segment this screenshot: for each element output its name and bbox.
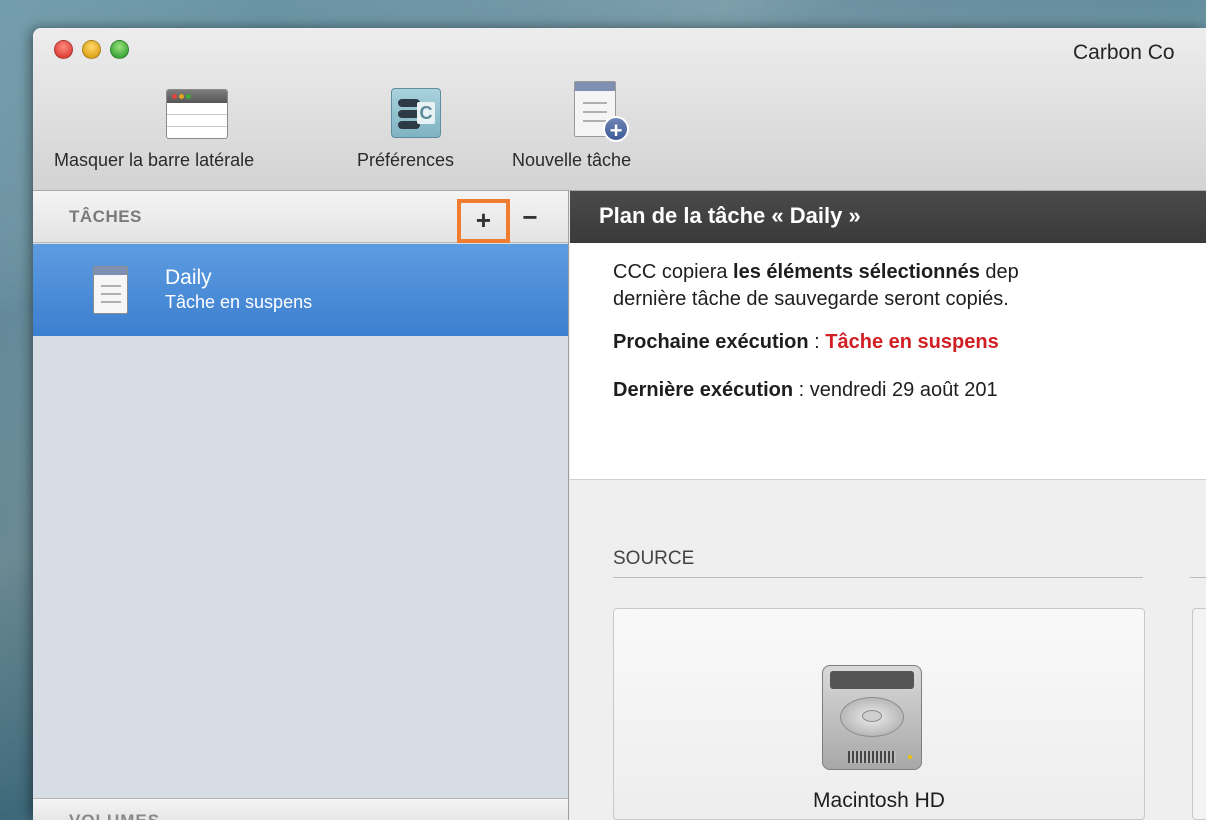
minimize-button[interactable] — [82, 40, 101, 59]
last-run-line: Dernière exécution : vendredi 29 août 20… — [613, 379, 998, 401]
zoom-button[interactable] — [110, 40, 129, 59]
new-task-label: Nouvelle tâche — [512, 150, 632, 170]
window-title: Carbon Co — [1073, 41, 1175, 64]
hard-drive-icon — [822, 665, 922, 780]
task-list-item[interactable]: Daily Tâche en suspens — [33, 244, 568, 336]
task-name: Daily — [165, 266, 212, 289]
add-task-button[interactable]: + — [457, 199, 510, 243]
sidebar: TÂCHES + − Daily Tâche en suspens VOLUME… — [33, 191, 569, 820]
source-section-label: SOURCE — [613, 548, 695, 569]
preferences-label: Préférences — [357, 150, 455, 170]
destination-volume-selector[interactable] — [1192, 608, 1206, 820]
sidebar-window-icon — [166, 89, 228, 139]
next-run-status: Tâche en suspens — [825, 331, 999, 353]
summary-line-1: CCC copiera les éléments sélectionnés de… — [613, 261, 1019, 283]
preferences-icon: C — [391, 88, 441, 138]
new-task-icon: + — [574, 81, 629, 143]
window-controls — [54, 40, 129, 59]
window-titlebar: Carbon Co Masquer la barre latérale C Pr… — [33, 28, 1206, 191]
volumes-section-header: VOLUMES — [33, 798, 568, 820]
next-run-line: Prochaine exécution : Tâche en suspens — [613, 331, 999, 353]
task-document-icon — [93, 266, 128, 314]
summary-line-2: dernière tâche de sauvegarde seront copi… — [613, 288, 1009, 310]
hide-sidebar-label: Masquer la barre latérale — [54, 150, 255, 170]
source-divider — [613, 577, 1143, 578]
volumes-section-title: VOLUMES — [69, 811, 160, 820]
source-volume-selector[interactable]: Macintosh HD — [613, 608, 1145, 820]
tasks-section-title: TÂCHES — [69, 207, 142, 226]
source-volume-name: Macintosh HD — [813, 789, 945, 812]
task-plan-title: Plan de la tâche « Daily » — [599, 203, 861, 228]
task-summary: CCC copiera les éléments sélectionnés de… — [570, 243, 1206, 480]
app-window: Carbon Co Masquer la barre latérale C Pr… — [33, 28, 1206, 820]
task-plan-header: Plan de la tâche « Daily » — [570, 191, 1206, 243]
sidebar-header: TÂCHES + − — [33, 191, 568, 243]
destination-divider — [1190, 577, 1206, 578]
close-button[interactable] — [54, 40, 73, 59]
task-status: Tâche en suspens — [165, 292, 313, 312]
task-plan-panel: Plan de la tâche « Daily » CCC copiera l… — [570, 191, 1206, 820]
remove-task-button[interactable]: − — [515, 200, 545, 236]
plus-icon: + — [603, 116, 629, 143]
